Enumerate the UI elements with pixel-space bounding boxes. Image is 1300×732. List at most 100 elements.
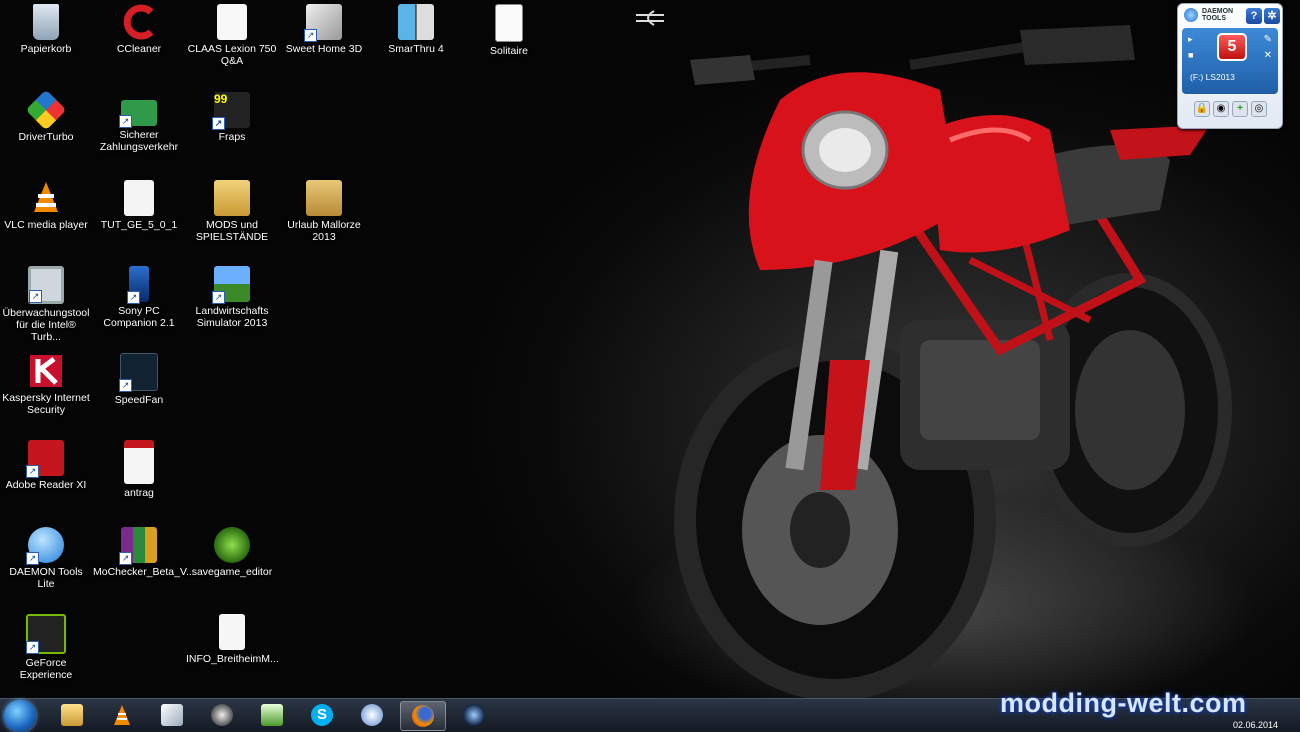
spreadsheet-icon	[261, 704, 283, 726]
notepad-icon	[161, 704, 183, 726]
eject-icon[interactable]: ✕	[1264, 50, 1272, 61]
firefox-icon	[412, 705, 434, 727]
daemon-virtual-drive-panel[interactable]: ▸ ■ 5 ✎ ✕ (F:) LS2013	[1182, 28, 1278, 94]
speedfan-icon: ↗	[119, 353, 158, 392]
taskbar-firefox[interactable]	[400, 701, 446, 731]
image-catalog-icon[interactable]: ◎	[1251, 101, 1267, 117]
shortcut-arrow-icon: ↗	[26, 641, 39, 654]
smarthru-icon	[398, 4, 434, 40]
desktop-icon-ls2013[interactable]: ↗ Landwirtschafts Simulator 2013	[186, 266, 278, 329]
desktop-icon-intel-turbo[interactable]: ↗ Überwachungstool für die Intel® Turb..…	[0, 266, 92, 343]
mail-icon	[361, 704, 383, 726]
taskbar-vlc[interactable]	[100, 701, 144, 729]
shortcut-arrow-icon: ↗	[119, 552, 132, 565]
ls2013-icon: ↗	[212, 266, 250, 304]
daemon-gadget-header: DAEMON TOOLS ? ✲	[1182, 7, 1280, 25]
vlc-cone-icon	[34, 182, 58, 212]
taskbar-spreadsheet[interactable]	[250, 701, 294, 729]
desktop-icon-fraps[interactable]: 99 ↗ Fraps	[186, 92, 278, 143]
folder-icon	[214, 180, 250, 216]
stop-icon[interactable]: ■	[1188, 50, 1193, 60]
taskbar-notepad[interactable]	[150, 701, 194, 729]
pdf-document-icon	[124, 180, 154, 216]
desktop-icon-antrag[interactable]: antrag	[93, 440, 185, 499]
settings-button[interactable]: ✲	[1264, 8, 1280, 24]
add-drive-icon[interactable]: +	[1232, 101, 1248, 117]
clock-date[interactable]: 02.06.2014	[1233, 720, 1278, 730]
daemon-tools-gadget: DAEMON TOOLS ? ✲ ▸ ■ 5 ✎ ✕ (F:) LS2013 🔒…	[1177, 3, 1283, 129]
fraps-icon: 99 ↗	[212, 92, 250, 130]
vlc-icon	[114, 705, 130, 725]
desktop-icon-sweet-home[interactable]: ↗ Sweet Home 3D	[278, 4, 370, 55]
folder-icon	[306, 180, 342, 216]
daemon-logo-line2: TOOLS	[1202, 15, 1226, 22]
desktop-icon-tut-ge[interactable]: TUT_GE_5_0_1	[93, 180, 185, 231]
gadget-icon[interactable]	[632, 8, 668, 28]
cards-icon	[495, 4, 523, 42]
drive-label: (F:) LS2013	[1190, 72, 1235, 82]
taskbar-skype[interactable]: S	[300, 701, 344, 729]
pdf-document-icon	[217, 4, 247, 40]
daemon-toolbar: 🔒 ◉ + ◎	[1184, 99, 1276, 119]
daemon-logo-text: DAEMON TOOLS	[1202, 8, 1233, 22]
taskbar-ccleaner[interactable]	[200, 701, 244, 729]
watermark: modding-welt.com	[1000, 688, 1247, 718]
daemon-logo-icon	[1184, 8, 1198, 22]
desktop-icon-vlc[interactable]: VLC media player	[0, 180, 92, 231]
desktop-icon-geforce[interactable]: ↗ GeForce Experience	[0, 614, 92, 681]
shortcut-arrow-icon: ↗	[119, 379, 132, 392]
taskbar-camera[interactable]	[452, 701, 496, 729]
desktop-icon-ccleaner[interactable]: CCleaner	[93, 4, 185, 55]
credit-card-icon: ↗	[119, 100, 157, 128]
desktop-icon-solitaire[interactable]: Solitaire	[463, 4, 555, 57]
taskbar-mail[interactable]	[350, 701, 394, 729]
start-button[interactable]	[4, 700, 36, 732]
lock-icon[interactable]: 🔒	[1194, 101, 1210, 117]
shortcut-arrow-icon: ↗	[26, 465, 39, 478]
sweet-home-icon: ↗	[304, 4, 342, 42]
desktop-icon-claas[interactable]: CLAAS Lexion 750 Q&A	[186, 4, 278, 67]
desktop-icon-kaspersky[interactable]: Kaspersky Internet Security	[0, 353, 92, 416]
desktop-icon-speedfan[interactable]: ↗ SpeedFan	[93, 353, 185, 406]
desktop-icon-mochecker[interactable]: ↗ MoChecker_Beta_V...	[93, 527, 195, 578]
shortcut-arrow-icon: ↗	[304, 29, 317, 42]
sony-phone-icon: ↗	[127, 266, 149, 304]
taskbar-explorer[interactable]	[50, 701, 94, 729]
text-file-icon	[219, 614, 245, 650]
shortcut-arrow-icon: ↗	[119, 115, 132, 128]
play-icon[interactable]: ▸	[1188, 34, 1193, 45]
shortcut-arrow-icon: ↗	[212, 291, 225, 304]
desktop-icon-zahlungsverkehr[interactable]: ↗ Sicherer Zahlungsverkehr	[93, 92, 185, 153]
desktop-icon-urlaub[interactable]: Urlaub Mallorze 2013	[278, 180, 370, 243]
explorer-icon	[61, 704, 83, 726]
driverturbo-icon	[25, 89, 67, 131]
camera-icon	[463, 704, 485, 726]
shortcut-arrow-icon: ↗	[127, 291, 140, 304]
desktop-icon-papierkorb[interactable]: Papierkorb	[0, 4, 92, 55]
geforce-icon: ↗	[26, 614, 66, 654]
shortcut-arrow-icon: ↗	[212, 117, 225, 130]
shortcut-arrow-icon: ↗	[26, 552, 39, 565]
disc-icon[interactable]: ◉	[1213, 101, 1229, 117]
desktop: Papierkorb DriverTurbo VLC media player …	[0, 0, 1300, 698]
ccleaner-icon	[211, 704, 233, 726]
desktop-icon-mods[interactable]: MODS und SPIELSTÄNDE	[186, 180, 278, 243]
desktop-icon-info[interactable]: INFO_BreitheimM...	[186, 614, 279, 665]
pdf-file-icon	[124, 440, 154, 484]
help-button[interactable]: ?	[1246, 8, 1262, 24]
savegame-editor-icon	[214, 527, 250, 563]
desktop-icon-driverturbo[interactable]: DriverTurbo	[0, 89, 92, 143]
desktop-icon-daemon-tools[interactable]: ↗ DAEMON Tools Lite	[0, 527, 92, 590]
desktop-icon-smarthru[interactable]: SmarThru 4	[370, 4, 462, 55]
daemon-logo-line1: DAEMON	[1202, 8, 1234, 15]
kaspersky-icon	[30, 355, 62, 387]
desktop-icon-adobe-reader[interactable]: ↗ Adobe Reader XI	[0, 440, 92, 491]
desktop-icon-savegame-editor[interactable]: savegame_editor	[186, 527, 278, 578]
daemon-tools-icon: ↗	[26, 527, 64, 565]
daemon-drive-badge: 5	[1217, 33, 1247, 61]
adobe-reader-icon: ↗	[26, 440, 64, 478]
monitor-icon: ↗	[28, 266, 64, 304]
desktop-icon-sony-pc-companion[interactable]: ↗ Sony PC Companion 2.1	[93, 266, 185, 329]
edit-icon[interactable]: ✎	[1264, 34, 1272, 45]
recycle-bin-icon	[33, 4, 59, 40]
